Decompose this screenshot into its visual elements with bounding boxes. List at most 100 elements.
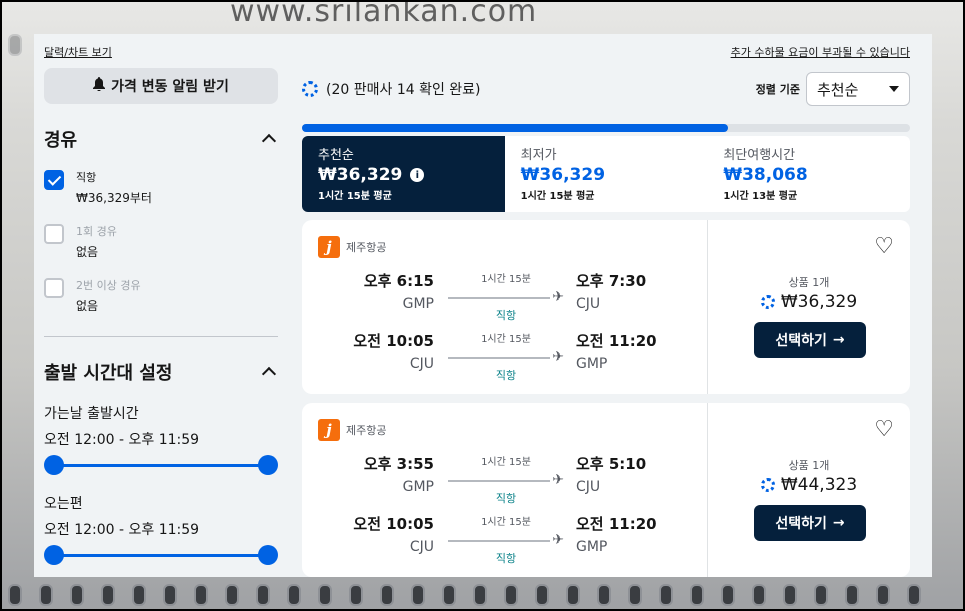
deal-count: 상품 1개: [788, 459, 830, 472]
slider-handle-start[interactable]: [44, 545, 64, 565]
departure-time-title: 출발 시간대 설정: [44, 363, 173, 384]
divider: [44, 336, 278, 337]
checkbox-two-plus[interactable]: [44, 278, 64, 298]
search-status: (20 판매사 14 확인 완료): [302, 79, 481, 99]
select-button[interactable]: 선택하기 →: [754, 505, 866, 541]
filter-sidebar: 가격 변동 알림 받기 경유 직항 ₩36,329부터 1회 경유 없음 2번 …: [44, 68, 278, 565]
stop-option-one-stop[interactable]: 1회 경유 없음: [44, 224, 278, 260]
baggage-fee-link[interactable]: 추가 수하물 요금이 부과될 수 있습니다: [731, 44, 910, 60]
progress-fill: [302, 124, 728, 132]
background-url-text: www.srilankan.com: [230, 0, 538, 29]
tab-fastest[interactable]: 최단여행시간 ₩38,068 1시간 13분 평균: [707, 136, 910, 212]
outbound-time-range: 오전 12:00 - 오후 11:59: [44, 432, 200, 448]
info-icon[interactable]: i: [410, 168, 425, 182]
return-leg: 오전 10:05 CJU 1시간 15분 ✈ 직항 오전 11:20 GMP: [302, 513, 708, 565]
stop-option-sub: 없음: [76, 299, 99, 313]
sort-value: 추천순: [817, 80, 859, 99]
flight-search-page: 달력/차트 보기 추가 수하물 요금이 부과될 수 있습니다 가격 변동 알림 …: [34, 34, 932, 577]
stops-title: 경유: [44, 130, 78, 151]
chevron-up-icon: [261, 133, 277, 149]
flight-duration: 1시간 15분: [481, 274, 531, 285]
tab-average: 1시간 13분 평균: [723, 191, 798, 202]
loading-spinner-icon: [302, 81, 318, 97]
tab-recommended[interactable]: 추천순 ₩36,329 i 1시간 15분 평균: [302, 136, 505, 212]
stop-option-label: 1회 경유: [76, 225, 117, 238]
departure-time: 오후 6:15: [363, 272, 434, 290]
route-line: ✈: [448, 532, 564, 548]
departure-time: 오전 10:05: [353, 332, 434, 350]
inbound-time-slider[interactable]: [44, 545, 278, 565]
arrow-right-icon: →: [832, 515, 845, 531]
itinerary: j 제주항공 오후 6:15 GMP 1시간 15분 ✈ 직항 오후 7:30 …: [302, 220, 708, 394]
search-progress-bar: [302, 124, 910, 132]
airline-name: 제주항공: [346, 241, 387, 254]
stop-option-two-plus[interactable]: 2번 이상 경유 없음: [44, 278, 278, 314]
route-line: ✈: [448, 472, 564, 488]
price-alert-button[interactable]: 가격 변동 알림 받기: [44, 68, 278, 104]
aircraft-windows-bottom: [0, 578, 965, 611]
stops-label: 직항: [495, 492, 517, 505]
tab-price: ₩36,329: [318, 165, 403, 185]
departure-airport: GMP: [402, 296, 434, 312]
stops-label: 직항: [495, 369, 517, 382]
outbound-time-label: 가는날 출발시간: [44, 406, 139, 422]
itinerary: j 제주항공 오후 3:55 GMP 1시간 15분 ✈ 직항 오후 5:10 …: [302, 403, 708, 577]
airline-logo: j: [318, 236, 340, 258]
arrival-time: 오전 11:20: [576, 515, 657, 533]
bell-icon: [93, 77, 106, 95]
departure-time: 오전 10:05: [353, 515, 434, 533]
sort-control: 정렬 기준 추천순: [756, 72, 910, 106]
price-panel: ♡ 상품 1개 ₩36,329 선택하기 →: [708, 220, 910, 394]
departure-time-header[interactable]: 출발 시간대 설정: [44, 359, 278, 385]
loading-spinner-icon: [760, 295, 775, 309]
airline-name: 제주항공: [346, 424, 387, 437]
checkbox-direct[interactable]: [44, 170, 64, 190]
checkbox-one-stop[interactable]: [44, 224, 64, 244]
stop-option-direct[interactable]: 직항 ₩36,329부터: [44, 170, 278, 206]
arrival-time: 오후 5:10: [576, 455, 647, 473]
slider-handle-end[interactable]: [258, 455, 278, 475]
arrival-time: 오전 11:20: [576, 332, 657, 350]
tab-price: ₩38,068: [723, 165, 808, 185]
airplane-icon: ✈: [552, 349, 564, 365]
departure-airport: CJU: [409, 539, 434, 555]
stop-option-label: 2번 이상 경유: [76, 279, 141, 292]
airplane-icon: ✈: [552, 532, 564, 548]
result-price: ₩36,329: [780, 292, 858, 312]
select-button-label: 선택하기: [775, 516, 827, 532]
inbound-time-label: 오는편: [44, 496, 83, 512]
flight-duration: 1시간 15분: [481, 517, 531, 528]
result-card[interactable]: j 제주항공 오후 6:15 GMP 1시간 15분 ✈ 직항 오후 7:30 …: [302, 220, 910, 394]
chevron-up-icon: [261, 366, 277, 382]
departure-time: 오후 3:55: [363, 455, 434, 473]
airline-logo: j: [318, 419, 340, 441]
select-button[interactable]: 선택하기 →: [754, 322, 866, 358]
airplane-icon: ✈: [552, 289, 564, 305]
slider-handle-start[interactable]: [44, 455, 64, 475]
price-alert-label: 가격 변동 알림 받기: [111, 79, 229, 95]
stop-option-sub: ₩36,329부터: [76, 191, 152, 205]
heart-icon[interactable]: ♡: [874, 234, 894, 259]
outbound-leg: 오후 3:55 GMP 1시간 15분 ✈ 직항 오후 5:10 CJU: [302, 453, 708, 505]
heart-icon[interactable]: ♡: [874, 417, 894, 442]
tab-cheapest[interactable]: 최저가 ₩36,329 1시간 15분 평균: [505, 136, 708, 212]
airplane-icon: ✈: [552, 472, 564, 488]
airline-info: j 제주항공: [318, 419, 386, 441]
slider-track: [54, 464, 268, 467]
price-panel: ♡ 상품 1개 ₩44,323 선택하기 →: [708, 403, 910, 577]
slider-handle-end[interactable]: [258, 545, 278, 565]
calendar-chart-link[interactable]: 달력/차트 보기: [44, 44, 112, 60]
flight-duration: 1시간 15분: [481, 334, 531, 345]
arrival-airport: CJU: [576, 479, 601, 495]
tab-average: 1시간 15분 평균: [318, 191, 392, 202]
result-card[interactable]: j 제주항공 오후 3:55 GMP 1시간 15분 ✈ 직항 오후 5:10 …: [302, 403, 910, 577]
tab-average: 1시간 15분 평균: [520, 191, 595, 202]
arrival-time: 오후 7:30: [576, 272, 647, 290]
loading-spinner-icon: [760, 478, 775, 492]
deal-count: 상품 1개: [788, 276, 830, 289]
arrival-airport: GMP: [576, 539, 608, 555]
outbound-time-slider[interactable]: [44, 455, 278, 475]
sort-select[interactable]: 추천순: [806, 72, 910, 106]
return-leg: 오전 10:05 CJU 1시간 15분 ✈ 직항 오전 11:20 GMP: [302, 330, 708, 382]
stops-header[interactable]: 경유: [44, 126, 278, 152]
